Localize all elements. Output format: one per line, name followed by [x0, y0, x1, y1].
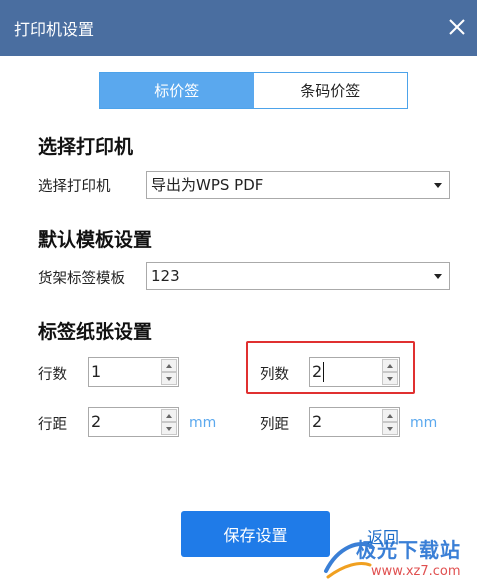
rows-increment-button[interactable] [161, 359, 177, 372]
col-gap-increment-button[interactable] [382, 409, 398, 422]
template-select-value: 123 [151, 267, 180, 285]
col-gap-unit: mm [410, 415, 438, 431]
paper-section-heading: 标签纸张设置 [38, 321, 153, 343]
row-gap-increment-button[interactable] [161, 409, 177, 422]
spinner-arrows-icon [161, 409, 177, 435]
col-gap-label: 列距 [260, 417, 289, 433]
printer-select-value: 导出为WPS PDF [151, 176, 264, 194]
rows-stepper[interactable]: 1 [88, 357, 179, 387]
col-gap-value: 2 [312, 412, 323, 431]
col-gap-decrement-button[interactable] [382, 422, 398, 435]
back-link[interactable]: 返回 [367, 524, 399, 548]
chevron-down-icon [434, 183, 442, 188]
row-gap-unit: mm [189, 415, 217, 431]
col-gap-stepper[interactable]: 2 [309, 407, 400, 437]
close-icon[interactable] [443, 10, 471, 44]
rows-label: 行数 [38, 367, 67, 383]
template-select-label: 货架标签模板 [38, 271, 125, 287]
row-gap-decrement-button[interactable] [161, 422, 177, 435]
printer-select[interactable]: 导出为WPS PDF [146, 171, 450, 199]
save-settings-button[interactable]: 保存设置 [181, 511, 330, 557]
row-gap-value: 2 [91, 412, 102, 431]
template-select[interactable]: 123 [146, 262, 450, 290]
printer-select-label: 选择打印机 [38, 179, 111, 195]
row-gap-stepper[interactable]: 2 [88, 407, 179, 437]
rows-decrement-button[interactable] [161, 372, 177, 385]
printer-section-heading: 选择打印机 [38, 136, 134, 158]
window-title: 打印机设置 [14, 20, 95, 39]
tab-bar: 标价签 条码价签 [99, 72, 408, 109]
spinner-arrows-icon [161, 359, 177, 385]
tab-barcode-price-label[interactable]: 条码价签 [253, 73, 407, 108]
spinner-arrows-icon [382, 409, 398, 435]
row-gap-label: 行距 [38, 417, 67, 433]
tab-price-label[interactable]: 标价签 [100, 73, 254, 108]
chevron-down-icon [434, 274, 442, 279]
highlight-box [246, 341, 415, 394]
title-bar: 打印机设置 [0, 0, 477, 56]
template-section-heading: 默认模板设置 [38, 229, 153, 251]
rows-value: 1 [91, 362, 102, 381]
watermark-url: www.xz7.com [371, 564, 461, 579]
